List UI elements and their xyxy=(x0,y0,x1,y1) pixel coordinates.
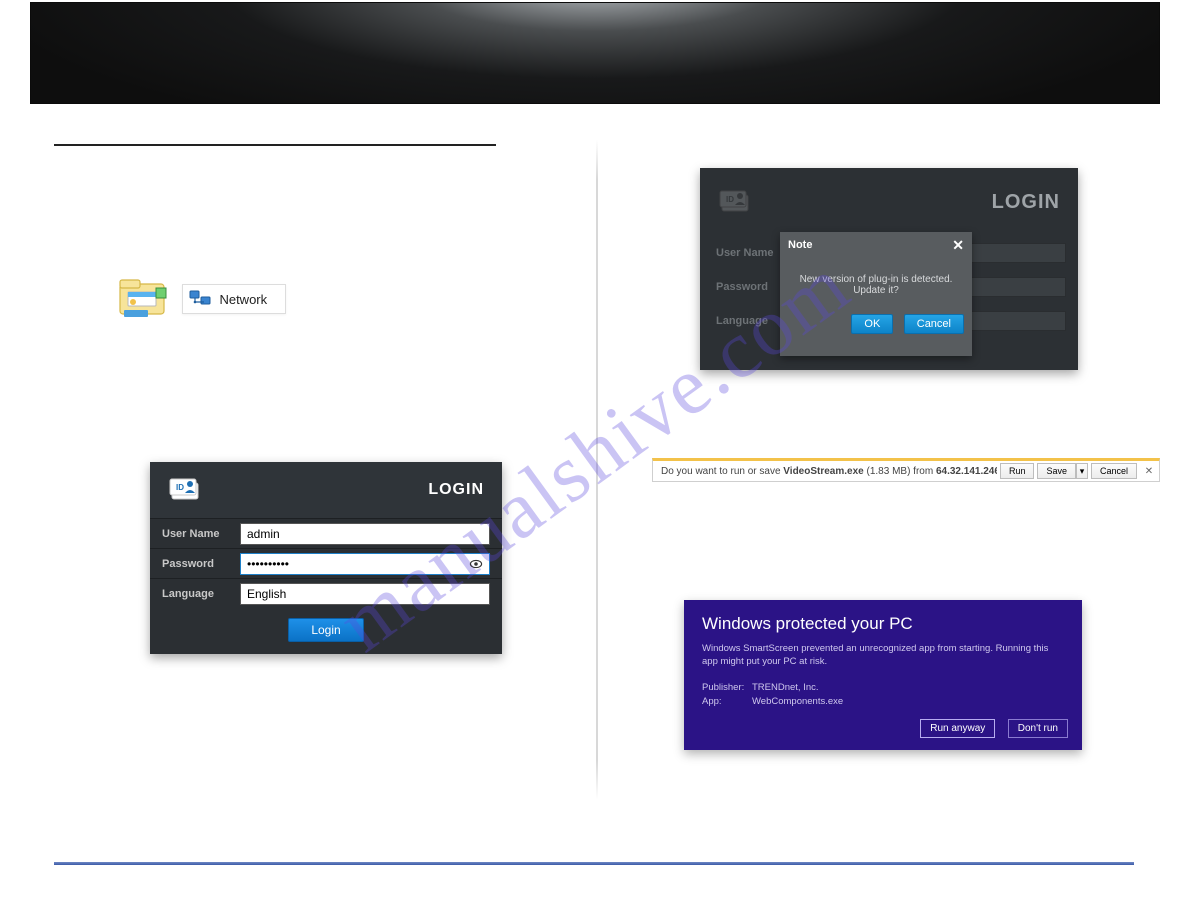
column-divider xyxy=(596,140,598,800)
network-label: Network xyxy=(219,292,267,307)
run-anyway-button[interactable]: Run anyway xyxy=(920,719,995,738)
plugin-update-dialog: Note ✕ New version of plug-in is detecte… xyxy=(780,232,972,356)
smartscreen-body: Windows SmartScreen prevented an unrecog… xyxy=(702,642,1064,669)
ie-download-message: Do you want to run or save VideoStream.e… xyxy=(661,466,997,477)
svg-text:ID: ID xyxy=(726,195,734,204)
password-label: Password xyxy=(150,558,240,570)
cancel-button[interactable]: Cancel xyxy=(1091,463,1137,479)
ok-button[interactable]: OK xyxy=(851,314,893,334)
username-label: User Name xyxy=(150,528,240,540)
reveal-password-icon[interactable] xyxy=(466,554,486,574)
login-panel: ID LOGIN User Name Password Language Log… xyxy=(150,462,502,654)
plugin-username-label: User Name xyxy=(700,247,784,259)
plugin-password-label: Password xyxy=(700,281,784,293)
explorer-network-block: Network xyxy=(118,276,328,324)
id-badge-icon: ID xyxy=(168,475,208,505)
smartscreen-meta: Publisher:TRENDnet, Inc. App:WebComponen… xyxy=(702,681,1064,710)
plugin-language-label: Language xyxy=(700,315,784,327)
network-icon xyxy=(189,289,211,309)
save-button[interactable]: Save xyxy=(1037,463,1076,479)
smartscreen-title: Windows protected your PC xyxy=(702,614,1064,634)
username-input[interactable] xyxy=(240,523,490,545)
smartscreen-dialog: Windows protected your PC Windows SmartS… xyxy=(684,600,1082,750)
language-select[interactable] xyxy=(240,583,490,605)
note-title: Note xyxy=(788,239,812,251)
file-explorer-icon xyxy=(118,276,170,322)
ie-download-bar: Do you want to run or save VideoStream.e… xyxy=(652,458,1160,482)
close-icon[interactable]: ✕ xyxy=(1143,466,1155,477)
plugin-login-panel: ID LOGIN User Name Password Language Not… xyxy=(700,168,1078,370)
footer-rule xyxy=(54,862,1134,865)
svg-text:ID: ID xyxy=(176,483,184,492)
plugin-login-title: LOGIN xyxy=(992,191,1060,214)
network-item[interactable]: Network xyxy=(182,284,286,314)
login-button[interactable]: Login xyxy=(288,618,363,642)
dont-run-button[interactable]: Don't run xyxy=(1008,719,1068,738)
save-dropdown-button[interactable]: ▾ xyxy=(1076,463,1088,479)
run-button[interactable]: Run xyxy=(1000,463,1035,479)
cancel-button[interactable]: Cancel xyxy=(904,314,964,334)
section-heading-rule xyxy=(54,144,496,146)
language-label: Language xyxy=(150,588,240,600)
note-body: New version of plug-in is detected. Upda… xyxy=(780,258,972,308)
top-banner xyxy=(30,2,1160,104)
password-input[interactable] xyxy=(240,553,490,575)
login-title: LOGIN xyxy=(428,481,484,499)
id-badge-icon: ID xyxy=(718,187,758,217)
close-icon[interactable]: ✕ xyxy=(952,238,964,252)
